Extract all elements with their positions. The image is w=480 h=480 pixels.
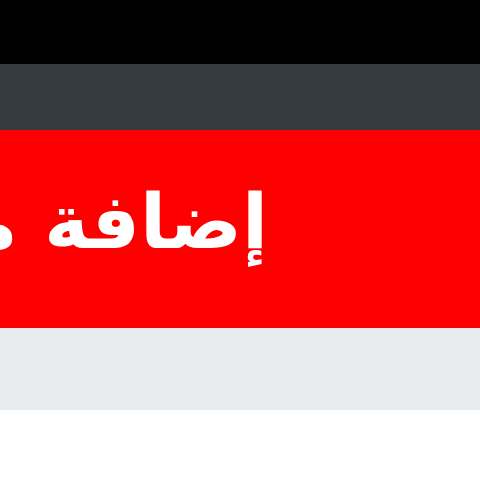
page-content: [0, 410, 480, 480]
page-title: إضافة موضوع: [0, 177, 268, 266]
page-banner: إضافة موضوع: [0, 130, 480, 328]
top-bar: [0, 0, 480, 64]
navigation-bar: [0, 64, 480, 130]
breadcrumb-bar: [0, 328, 480, 410]
